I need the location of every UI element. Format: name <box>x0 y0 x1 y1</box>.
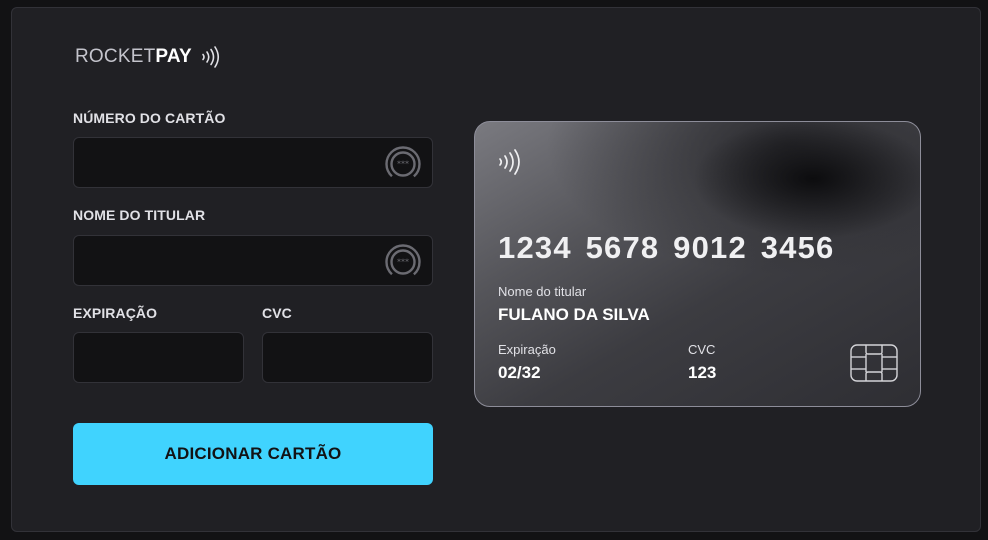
expiration-label: EXPIRAÇÃO <box>73 305 158 321</box>
cvc-input[interactable] <box>263 333 432 382</box>
contactless-icon <box>497 148 523 181</box>
contactless-icon <box>200 45 222 69</box>
card-expiration-label: Expiração <box>498 342 556 357</box>
card-cvc-label: CVC <box>688 342 716 357</box>
logo-text-rocket: ROCKET <box>75 46 156 67</box>
cvc-field[interactable] <box>262 332 433 383</box>
cvc-label: CVC <box>262 305 292 321</box>
card-cvc-value: 123 <box>688 363 717 382</box>
svg-text:***: *** <box>397 258 409 267</box>
payment-panel: ROCKET PAY NÚMERO DO CARTÃO *** NOME DO T… <box>11 7 981 532</box>
card-holder-value: FULANO DA SILVA <box>498 305 650 324</box>
card-number-field[interactable]: *** <box>73 137 433 188</box>
card-number-display: 1234 5678 9012 3456 <box>498 230 835 265</box>
lock-badge-icon: *** <box>384 243 422 281</box>
expiration-input[interactable] <box>74 333 243 382</box>
holder-name-field[interactable]: *** <box>73 235 433 286</box>
card-number-label: NÚMERO DO CARTÃO <box>73 110 226 126</box>
add-card-button[interactable]: ADICIONAR CARTÃO <box>73 423 433 485</box>
chip-icon <box>850 344 898 387</box>
lock-badge-icon: *** <box>384 145 422 183</box>
rocketpay-logo: ROCKET PAY <box>75 45 222 69</box>
svg-text:***: *** <box>397 160 409 169</box>
card-preview: 1234 5678 9012 3456 Nome do titular FULA… <box>474 121 921 407</box>
card-holder-label: Nome do titular <box>498 284 587 299</box>
card-number-input[interactable] <box>74 138 432 187</box>
expiration-field[interactable] <box>73 332 244 383</box>
logo-text-pay: PAY <box>155 46 192 67</box>
card-expiration-value: 02/32 <box>498 363 541 382</box>
holder-name-input[interactable] <box>74 236 432 285</box>
holder-name-label: NOME DO TITULAR <box>73 207 206 223</box>
